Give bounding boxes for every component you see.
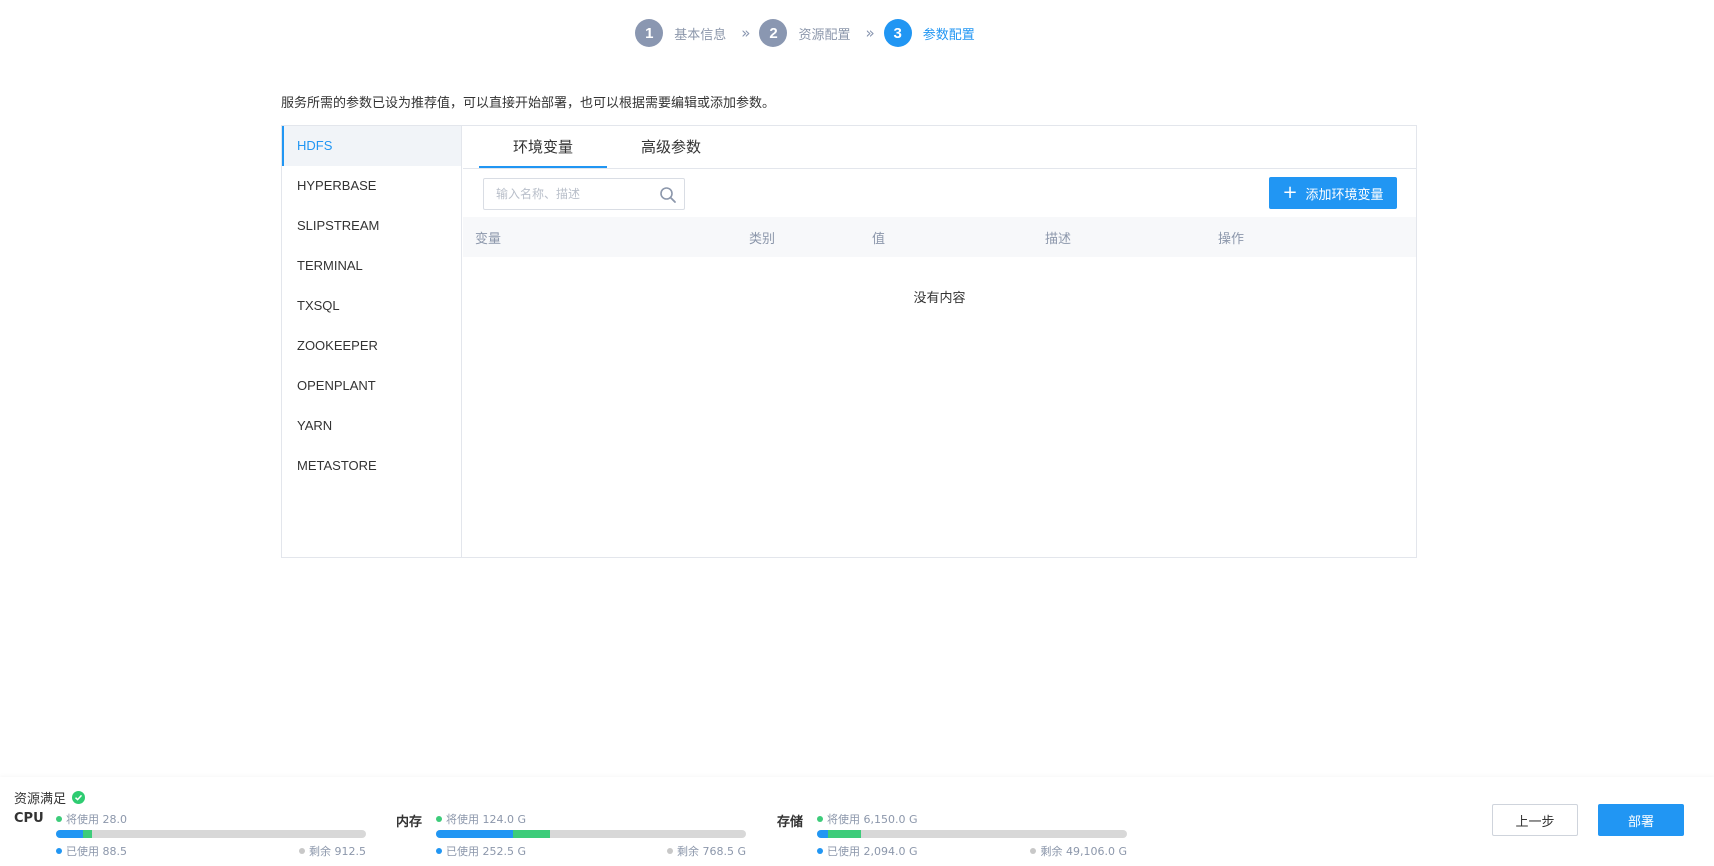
resource-name: 内存 [396,815,423,830]
tab-bar: 环境变量 高级参数 [463,126,1416,169]
search-box [483,178,685,210]
resource-usage-bar [817,830,1127,838]
will-use-bar-fill [828,830,862,838]
will-use-value: 将使用 6,150.0 G [827,813,918,826]
will-use-value: 将使用 28.0 [66,813,127,826]
used-text: 已使用 252.5 G [436,843,526,859]
step-param-config[interactable]: 3 参数配置 [883,19,975,47]
add-button-label: 添加环境变量 [1305,187,1384,203]
deploy-button[interactable]: 部署 [1598,804,1684,836]
resource-storage: 存储 将使用 6,150.0 G 已使用 2,094.0 G 剩余 49,106… [777,807,1127,863]
hint-text: 服务所需的参数已设为推荐值，可以直接开始部署，也可以根据需要编辑或添加参数。 [281,96,776,111]
service-item-yarn[interactable]: YARN [282,406,461,446]
search-icon[interactable] [659,186,677,204]
service-item-openplant[interactable]: OPENPLANT [282,366,461,406]
used-value: 已使用 88.5 [66,845,127,858]
column-header-description: 描述 [1045,231,1072,247]
used-bar-fill [56,830,84,838]
double-chevron-right-icon: » [865,24,875,42]
step-resource-config[interactable]: 2 资源配置 [759,19,851,47]
blue-dot-icon [436,848,442,854]
remaining-text: 剩余 49,106.0 G [1030,843,1127,859]
will-use-bar-fill [83,830,93,838]
gray-dot-icon [299,848,305,854]
gray-dot-icon [666,848,673,854]
resource-cpu: CPU 将使用 28.0 已使用 88.5 剩余 912.5 [14,807,366,863]
resource-usage-bar [56,830,366,838]
step-label: 资源配置 [798,27,851,43]
step-label: 基本信息 [674,27,727,43]
remaining-value: 剩余 768.5 G [676,845,746,858]
gray-dot-icon [1030,848,1037,854]
service-item-terminal[interactable]: TERMINAL [282,246,461,286]
resource-status-label: 资源满足 [14,792,67,807]
remaining-value: 剩余 49,106.0 G [1040,845,1127,858]
tab-advanced-params[interactable]: 高级参数 [607,126,735,168]
will-use-value: 将使用 124.0 G [446,813,527,826]
green-dot-icon [56,816,62,822]
will-use-bar-fill [512,830,551,838]
blue-dot-icon [56,848,62,854]
used-bar-fill [817,830,829,838]
step-label: 参数配置 [922,27,975,43]
service-item-metastore[interactable]: METASTORE [282,446,461,486]
double-chevron-right-icon: » [741,24,750,42]
remaining-text: 剩余 912.5 [299,843,366,859]
remaining-value: 剩余 912.5 [309,845,366,858]
used-value: 已使用 252.5 G [446,845,527,858]
resource-memory: 内存 将使用 124.0 G 已使用 252.5 G 剩余 768.5 G [396,807,746,863]
step-basic-info[interactable]: 1 基本信息 [635,19,726,47]
empty-state-text: 没有内容 [913,291,966,306]
step-number: 3 [883,19,912,47]
footer-bar: 资源满足 CPU 将使用 28.0 已使用 88.5 剩余 912.5 内存 将… [0,777,1714,866]
column-header-value: 值 [872,231,886,247]
content-area: 环境变量 高级参数 + 添加环境变量 变量 类别 值 描述 操作 没有内容 [463,126,1416,557]
resource-name: 存储 [777,815,804,830]
toolbar: + 添加环境变量 [463,169,1416,217]
service-list: HDFS HYPERBASE SLIPSTREAM TERMINAL TXSQL… [282,126,462,557]
used-bar-fill [436,830,513,838]
used-text: 已使用 88.5 [56,843,127,859]
blue-dot-icon [817,848,823,854]
green-dot-icon [436,816,442,822]
will-use-text: 将使用 6,150.0 G [817,811,918,827]
config-panel: HDFS HYPERBASE SLIPSTREAM TERMINAL TXSQL… [281,125,1417,558]
tab-env-vars[interactable]: 环境变量 [479,126,607,168]
resource-name: CPU [14,811,44,826]
will-use-text: 将使用 28.0 [56,811,127,827]
service-item-hdfs[interactable]: HDFS [282,126,461,166]
service-item-slipstream[interactable]: SLIPSTREAM [282,206,461,246]
stepper: 1 基本信息 » 2 资源配置 » 3 参数配置 [0,18,1714,48]
table-header: 变量 类别 值 描述 操作 [463,217,1416,257]
remaining-text: 剩余 768.5 G [666,843,746,859]
resource-usage-bar [436,830,746,838]
previous-step-button[interactable]: 上一步 [1492,804,1578,836]
green-dot-icon [817,816,823,822]
add-env-var-button[interactable]: + 添加环境变量 [1269,177,1397,209]
will-use-text: 将使用 124.0 G [436,811,526,827]
service-item-hyperbase[interactable]: HYPERBASE [282,166,461,206]
column-header-category: 类别 [749,231,776,247]
used-value: 已使用 2,094.0 G [827,845,918,858]
resource-status: 资源满足 [14,788,86,807]
service-item-txsql[interactable]: TXSQL [282,286,461,326]
column-header-actions: 操作 [1218,231,1245,247]
used-text: 已使用 2,094.0 G [817,843,918,859]
column-header-variable: 变量 [475,231,502,247]
step-number: 2 [759,19,788,47]
check-circle-icon [72,791,86,804]
service-item-zookeeper[interactable]: ZOOKEEPER [282,326,461,366]
plus-icon: + [1282,182,1298,203]
search-input[interactable] [484,179,654,209]
step-number: 1 [635,19,664,47]
